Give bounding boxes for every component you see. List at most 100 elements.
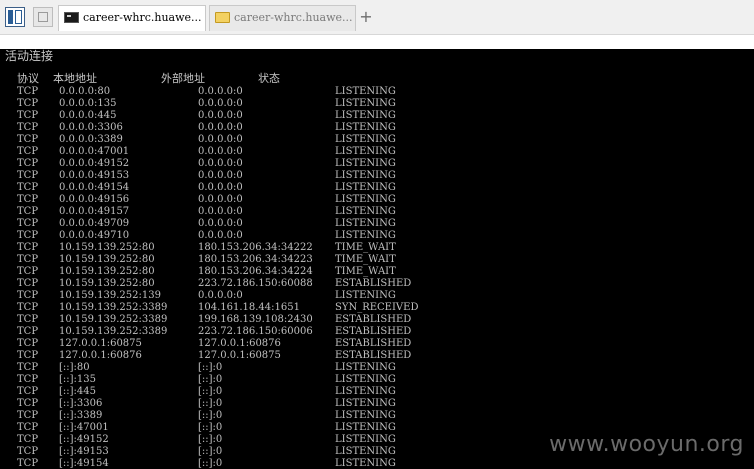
cell-state: LISTENING (335, 158, 396, 169)
cell-local-address: 10.159.139.252:3389 (59, 326, 168, 337)
cell-state: LISTENING (335, 86, 396, 97)
cell-local-address: [::]:3306 (59, 398, 103, 409)
cell-proto: TCP (17, 98, 39, 109)
cell-foreign-address: 180.153.206.34:34222 (198, 242, 313, 253)
cell-local-address: 0.0.0.0:3389 (59, 134, 123, 145)
cell-local-address: 0.0.0.0:3306 (59, 122, 123, 133)
cell-foreign-address: 127.0.0.1:60876 (198, 338, 281, 349)
cell-foreign-address: 180.153.206.34:34223 (198, 254, 313, 265)
cell-state: LISTENING (335, 230, 396, 241)
cell-foreign-address: [::]:0 (198, 434, 223, 445)
cell-proto: TCP (17, 446, 39, 457)
table-row: TCP 0.0.0.0:49710 0.0.0.0:0 LISTENING (0, 230, 754, 242)
terminal-window: career-whrc.huawe... career-whrc.huawe..… (0, 0, 754, 469)
tab-strip-divider (0, 35, 754, 49)
cell-local-address: 0.0.0.0:80 (59, 86, 111, 97)
cell-proto: TCP (17, 290, 39, 301)
cell-foreign-address: [::]:0 (198, 374, 223, 385)
header-local: 本地地址 (53, 72, 97, 85)
cell-proto: TCP (17, 254, 39, 265)
cell-foreign-address: 0.0.0.0:0 (198, 122, 243, 133)
table-row: TCP 127.0.0.1:60876 127.0.0.1:60875 ESTABLI… (0, 350, 754, 362)
cell-proto: TCP (17, 434, 39, 445)
cell-proto: TCP (17, 386, 39, 397)
cell-local-address: 10.159.139.252:80 (59, 266, 155, 277)
cell-local-address: 10.159.139.252:139 (59, 290, 161, 301)
cell-local-address: 0.0.0.0:135 (59, 98, 117, 109)
cell-foreign-address: 0.0.0.0:0 (198, 206, 243, 217)
cell-local-address: 0.0.0.0:49709 (59, 218, 130, 229)
cell-foreign-address: [::]:0 (198, 446, 223, 457)
table-row: TCP 10.159.139.252:3389 199.168.139.108:24… (0, 314, 754, 326)
table-row: TCP 10.159.139.252:80 180.153.206.34:34222… (0, 242, 754, 254)
cell-foreign-address: 0.0.0.0:0 (198, 158, 243, 169)
cell-local-address: [::]:445 (59, 386, 96, 397)
cell-foreign-address: 180.153.206.34:34224 (198, 266, 313, 277)
cell-state: LISTENING (335, 134, 396, 145)
cell-foreign-address: 0.0.0.0:0 (198, 230, 243, 241)
cell-proto: TCP (17, 302, 39, 313)
cell-state: LISTENING (335, 206, 396, 217)
cell-state: LISTENING (335, 170, 396, 181)
table-row: TCP 10.159.139.252:80 180.153.206.34:34224… (0, 266, 754, 278)
cell-foreign-address: 223.72.186.150:60006 (198, 326, 313, 337)
cell-proto: TCP (17, 350, 39, 361)
table-row: TCP 0.0.0.0:49153 0.0.0.0:0 LISTENING (0, 170, 754, 182)
cell-local-address: [::]:49154 (59, 458, 109, 469)
cell-local-address: [::]:80 (59, 362, 90, 373)
blank-page-icon[interactable] (33, 7, 53, 27)
tab-console[interactable]: career-whrc.huawe... (58, 5, 206, 31)
cell-foreign-address: 223.72.186.150:60088 (198, 278, 313, 289)
cell-state: LISTENING (335, 218, 396, 229)
cell-state: TIME_WAIT (335, 266, 396, 277)
tab-label: career-whrc.huawe... (234, 11, 353, 24)
cell-foreign-address: 0.0.0.0:0 (198, 290, 243, 301)
cell-foreign-address: 0.0.0.0:0 (198, 98, 243, 109)
cell-local-address: 0.0.0.0:49157 (59, 206, 130, 217)
cell-state: ESTABLISHED (335, 350, 412, 361)
cell-proto: TCP (17, 230, 39, 241)
cell-foreign-address: 0.0.0.0:0 (198, 110, 243, 121)
console-output[interactable]: 活动连接 协议 本地地址 外部地址 状态 TCP 0.0.0.0:80 0.0.0.… (0, 49, 754, 469)
cell-local-address: [::]:47001 (59, 422, 109, 433)
table-row: TCP 0.0.0.0:47001 0.0.0.0:0 LISTENING (0, 146, 754, 158)
cell-foreign-address: 0.0.0.0:0 (198, 170, 243, 181)
cell-state: SYN_RECEIVED (335, 302, 419, 313)
cell-foreign-address: [::]:0 (198, 422, 223, 433)
cell-proto: TCP (17, 278, 39, 289)
table-row: TCP 0.0.0.0:80 0.0.0.0:0 LISTENING (0, 86, 754, 98)
table-row: TCP 0.0.0.0:49156 0.0.0.0:0 LISTENING (0, 194, 754, 206)
cell-proto: TCP (17, 218, 39, 229)
folder-icon (215, 12, 230, 23)
cell-state: LISTENING (335, 146, 396, 157)
table-row: TCP [::]:135 [::]:0 LISTENING (0, 374, 754, 386)
table-row: TCP 10.159.139.252:3389 223.72.186.150:600… (0, 326, 754, 338)
cell-state: LISTENING (335, 398, 396, 409)
cell-proto: TCP (17, 314, 39, 325)
cell-proto: TCP (17, 134, 39, 145)
cell-local-address: 0.0.0.0:49154 (59, 182, 130, 193)
cell-foreign-address: 0.0.0.0:0 (198, 86, 243, 97)
header-state: 状态 (258, 72, 280, 85)
cell-local-address: 0.0.0.0:445 (59, 110, 117, 121)
tab-folder[interactable]: career-whrc.huawe... (209, 5, 356, 31)
cell-foreign-address: [::]:0 (198, 458, 223, 469)
cell-foreign-address: 0.0.0.0:0 (198, 146, 243, 157)
cell-local-address: [::]:3389 (59, 410, 103, 421)
cell-state: LISTENING (335, 374, 396, 385)
add-tab-button[interactable]: + (359, 6, 373, 28)
cell-state: LISTENING (335, 434, 396, 445)
table-row: TCP [::]:3306 [::]:0 LISTENING (0, 398, 754, 410)
cell-local-address: 10.159.139.252:80 (59, 242, 155, 253)
table-row: TCP 0.0.0.0:445 0.0.0.0:0 LISTENING (0, 110, 754, 122)
table-row: TCP [::]:445 [::]:0 LISTENING (0, 386, 754, 398)
cell-proto: TCP (17, 374, 39, 385)
cell-local-address: 10.159.139.252:80 (59, 254, 155, 265)
cell-proto: TCP (17, 206, 39, 217)
table-row: TCP 0.0.0.0:135 0.0.0.0:0 LISTENING (0, 98, 754, 110)
cell-local-address: 10.159.139.252:80 (59, 278, 155, 289)
panel-toggle-icon[interactable] (5, 7, 25, 27)
table-row: TCP 127.0.0.1:60875 127.0.0.1:60876 ESTABLI… (0, 338, 754, 350)
table-row: TCP 0.0.0.0:49154 0.0.0.0:0 LISTENING (0, 182, 754, 194)
cell-local-address: 0.0.0.0:49710 (59, 230, 130, 241)
